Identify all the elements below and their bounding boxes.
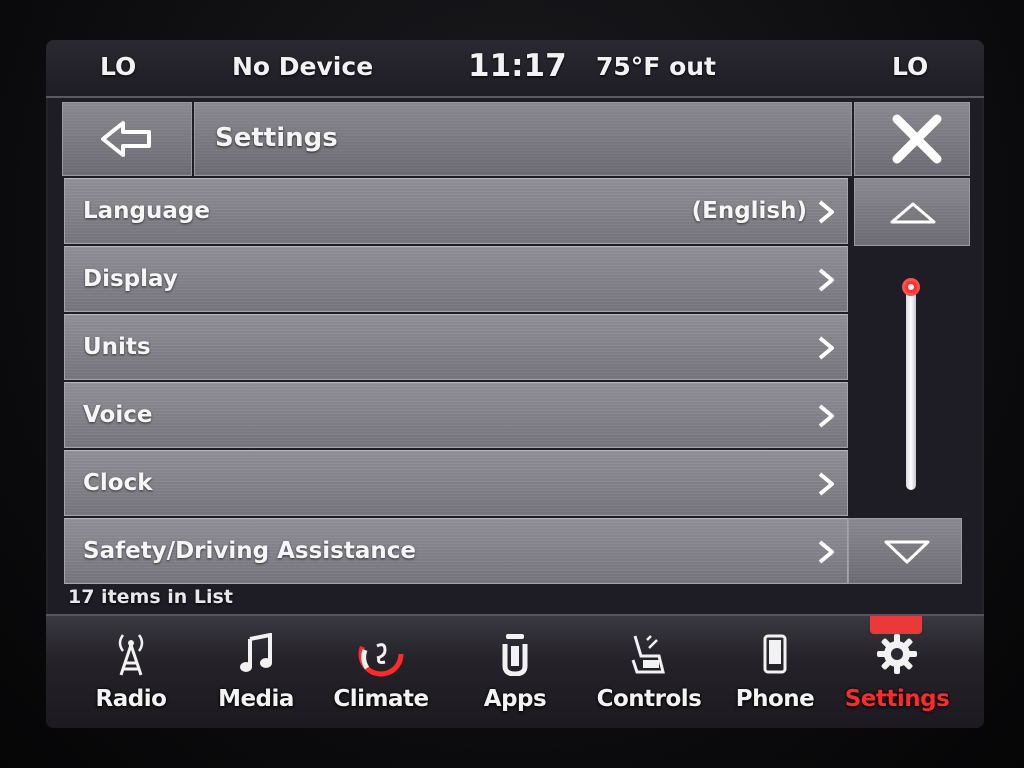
nav-label: Phone bbox=[735, 686, 815, 712]
list-item-clock[interactable]: Clock bbox=[64, 450, 848, 516]
nav-climate[interactable]: Climate bbox=[326, 624, 436, 724]
music-note-icon bbox=[240, 633, 272, 672]
list-item-language[interactable]: Language (English) bbox=[64, 178, 848, 244]
chevron-right-icon bbox=[818, 200, 834, 224]
phone-icon bbox=[763, 634, 787, 674]
scrollbar-track[interactable] bbox=[906, 286, 916, 490]
scroll-down-button[interactable] bbox=[848, 518, 962, 584]
nav-radio[interactable]: Radio bbox=[76, 624, 186, 724]
bottom-nav-bar: Radio Media Climate Apps Controls Phone … bbox=[46, 614, 984, 728]
close-button[interactable] bbox=[854, 102, 970, 176]
status-bar: LO No Device 11:17 75°F out LO bbox=[46, 40, 984, 98]
nav-apps[interactable]: Apps bbox=[460, 624, 570, 724]
list-item-safety-driving-assistance[interactable]: Safety/Driving Assistance bbox=[64, 518, 848, 584]
list-item-label: Voice bbox=[83, 402, 153, 428]
nav-settings[interactable]: Settings bbox=[842, 624, 952, 724]
chevron-right-icon bbox=[818, 472, 834, 496]
list-item-label: Safety/Driving Assistance bbox=[83, 538, 416, 564]
scroll-up-button[interactable] bbox=[854, 178, 970, 246]
radio-tower-icon bbox=[118, 634, 144, 676]
back-button[interactable] bbox=[62, 102, 192, 176]
page-title: Settings bbox=[215, 123, 338, 153]
nav-label: Radio bbox=[95, 686, 167, 712]
chevron-right-icon bbox=[818, 336, 834, 360]
outside-temperature: 75°F out bbox=[596, 52, 716, 81]
close-icon bbox=[892, 114, 942, 164]
chevron-right-icon bbox=[818, 404, 834, 428]
language-value: (English) bbox=[691, 198, 807, 224]
list-item-label: Language bbox=[83, 198, 210, 224]
back-arrow-icon bbox=[101, 121, 151, 157]
list-item-label: Clock bbox=[83, 470, 153, 496]
list-item-units[interactable]: Units bbox=[64, 314, 848, 380]
controls-seat-icon bbox=[631, 635, 665, 674]
list-item-count: 17 items in List bbox=[68, 586, 233, 608]
scrollbar-thumb[interactable] bbox=[902, 278, 920, 296]
triangle-down-icon bbox=[884, 540, 930, 564]
list-item-voice[interactable]: Voice bbox=[64, 382, 848, 448]
device-status: No Device bbox=[232, 52, 374, 81]
gear-icon bbox=[877, 634, 917, 674]
title-bar: Settings bbox=[194, 102, 852, 176]
nav-label: Settings bbox=[844, 686, 950, 712]
nav-label: Controls bbox=[596, 686, 702, 712]
climate-fan-icon bbox=[358, 631, 404, 677]
driver-temp-button[interactable]: LO bbox=[100, 52, 136, 81]
chevron-right-icon bbox=[818, 540, 834, 564]
nav-label: Media bbox=[218, 686, 294, 712]
nav-phone[interactable]: Phone bbox=[720, 624, 830, 724]
nav-label: Apps bbox=[483, 686, 547, 712]
infotainment-screen: LO No Device 11:17 75°F out LO Settings … bbox=[46, 40, 984, 728]
nav-label: Climate bbox=[333, 686, 429, 712]
passenger-temp-button[interactable]: LO bbox=[892, 52, 928, 81]
apps-icon bbox=[502, 634, 528, 676]
clock: 11:17 bbox=[468, 48, 567, 84]
list-item-label: Display bbox=[83, 266, 178, 292]
chevron-right-icon bbox=[818, 268, 834, 292]
triangle-up-icon bbox=[890, 202, 936, 224]
list-item-label: Units bbox=[83, 334, 151, 360]
nav-media[interactable]: Media bbox=[201, 624, 311, 724]
nav-controls[interactable]: Controls bbox=[594, 624, 704, 724]
list-item-display[interactable]: Display bbox=[64, 246, 848, 312]
